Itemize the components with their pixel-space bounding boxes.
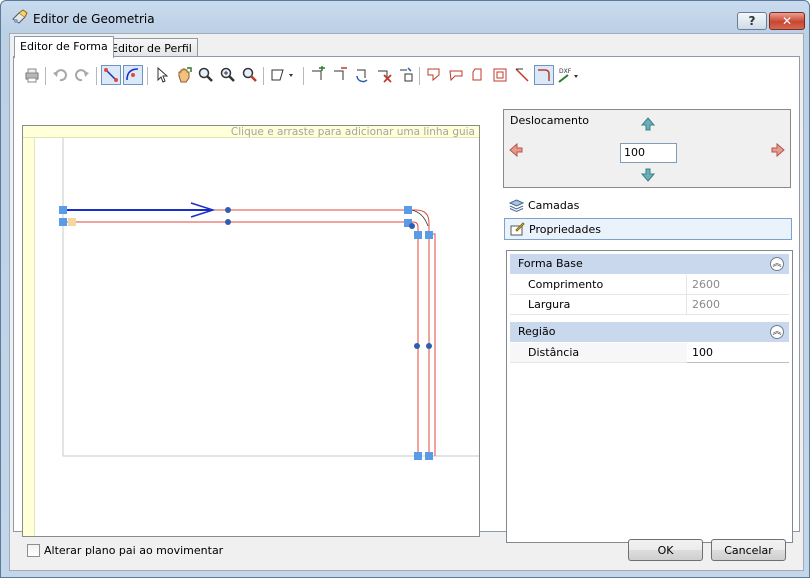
- toolbar-separator: [303, 67, 304, 85]
- zoom-in-icon[interactable]: [218, 65, 238, 85]
- tab-shape-editor[interactable]: Editor de Forma: [14, 36, 114, 58]
- properties-icon: [510, 222, 525, 237]
- zoom-icon[interactable]: [196, 65, 216, 85]
- arrow-right-icon[interactable]: [770, 142, 786, 158]
- toolbar-separator: [96, 67, 97, 85]
- help-button[interactable]: ?: [737, 12, 767, 30]
- rotate-icon[interactable]: [352, 65, 372, 85]
- add-vertex-icon[interactable]: [308, 65, 328, 85]
- property-value[interactable]: 100: [692, 346, 713, 359]
- vertex-handle[interactable]: [59, 218, 67, 226]
- move-segment-icon[interactable]: [396, 65, 416, 85]
- corner-icon[interactable]: [468, 65, 488, 85]
- category-base-shape[interactable]: Forma Base ︽: [510, 254, 789, 274]
- diagonal-cut-icon[interactable]: [512, 65, 532, 85]
- category-title: Região: [518, 325, 556, 338]
- midpoint-node[interactable]: [225, 207, 231, 213]
- arrow-up-icon[interactable]: [640, 116, 656, 132]
- zoom-out-icon[interactable]: [240, 65, 260, 85]
- pan-hand-icon[interactable]: [174, 65, 194, 85]
- close-button[interactable]: ✕: [769, 12, 805, 30]
- arrow-left-icon[interactable]: [508, 142, 524, 158]
- snap-arc-icon[interactable]: [123, 65, 143, 85]
- collapse-icon[interactable]: ︽: [770, 257, 784, 271]
- toolbar: DXF: [16, 59, 796, 89]
- redo-icon[interactable]: [72, 65, 92, 85]
- midpoint-node[interactable]: [409, 223, 415, 229]
- arc-corner-icon[interactable]: [534, 65, 554, 85]
- property-value: 2600: [692, 278, 720, 291]
- category-title: Forma Base: [518, 257, 583, 270]
- remove-vertex-icon[interactable]: [330, 65, 350, 85]
- vertex-handle[interactable]: [404, 206, 412, 214]
- shape-dropdown-icon[interactable]: [268, 65, 298, 85]
- midpoint-node[interactable]: [414, 343, 420, 349]
- dialog-client: Editor de Forma Editor de Perfil DXF Cli…: [9, 33, 804, 571]
- column-divider: [686, 275, 687, 294]
- bend-right-icon[interactable]: [446, 65, 466, 85]
- property-row-distance: Distância 100: [510, 343, 789, 363]
- window-title: Editor de Geometria: [33, 12, 155, 26]
- drawing-canvas[interactable]: Clique e arraste para adicionar uma linh…: [22, 125, 480, 537]
- vertex-handle[interactable]: [425, 231, 433, 239]
- toolbar-separator: [45, 67, 46, 85]
- vertex-handle[interactable]: [59, 206, 67, 214]
- property-name: Largura: [528, 298, 571, 311]
- move-parent-plane-checkbox[interactable]: [27, 544, 40, 557]
- property-value: 2600: [692, 298, 720, 311]
- properties-button[interactable]: Propriedades: [504, 218, 792, 240]
- geometry-editor-icon: [11, 9, 29, 25]
- property-name: Comprimento: [528, 278, 604, 291]
- properties-label: Propriedades: [529, 223, 601, 236]
- print-icon[interactable]: [22, 65, 42, 85]
- layers-icon: [508, 198, 525, 213]
- origin-marker: [68, 218, 76, 226]
- collapse-icon[interactable]: ︽: [770, 325, 784, 339]
- category-region[interactable]: Região ︽: [510, 322, 789, 342]
- displacement-panel: Deslocamento 100: [503, 109, 791, 188]
- snap-line-icon[interactable]: [101, 65, 121, 85]
- displacement-label: Deslocamento: [510, 114, 590, 127]
- midpoint-node[interactable]: [225, 219, 231, 225]
- layers-label: Camadas: [528, 199, 580, 212]
- vertex-handle[interactable]: [414, 231, 422, 239]
- property-grid: Forma Base ︽ Comprimento 2600 Largura 26…: [506, 250, 793, 543]
- vertex-handle[interactable]: [414, 452, 422, 460]
- bend-left-icon[interactable]: [424, 65, 444, 85]
- tab-profile-editor[interactable]: Editor de Perfil: [105, 38, 198, 57]
- undo-icon[interactable]: [50, 65, 70, 85]
- ok-button[interactable]: OK: [628, 539, 703, 561]
- property-row-width: Largura 2600: [510, 295, 789, 315]
- toolbar-separator: [147, 67, 148, 85]
- shape-editor-page: DXF Clique e arraste para adicionar uma …: [13, 56, 800, 543]
- property-name: Distância: [528, 346, 580, 359]
- move-parent-plane-label[interactable]: Alterar plano pai ao movimentar: [44, 544, 223, 557]
- svg-text:DXF: DXF: [559, 68, 572, 75]
- editor-window: Editor de Geometria ? ✕ Editor de Forma …: [0, 0, 810, 578]
- select-arrow-icon[interactable]: [152, 65, 172, 85]
- cancel-button[interactable]: Cancelar: [711, 539, 786, 561]
- vertex-handle[interactable]: [425, 452, 433, 460]
- title-bar: Editor de Geometria ? ✕: [1, 1, 809, 31]
- shape-drawing[interactable]: [23, 126, 480, 537]
- arrow-down-icon[interactable]: [640, 167, 656, 183]
- layers-button[interactable]: Camadas: [504, 195, 792, 217]
- column-divider: [686, 295, 687, 314]
- property-row-length: Comprimento 2600: [510, 275, 789, 295]
- delete-segment-icon[interactable]: [374, 65, 394, 85]
- frame-icon[interactable]: [490, 65, 510, 85]
- toolbar-separator: [263, 67, 264, 85]
- displacement-input[interactable]: 100: [620, 143, 677, 163]
- dxf-export-icon[interactable]: DXF: [556, 65, 582, 85]
- midpoint-node[interactable]: [426, 343, 432, 349]
- toolbar-separator: [419, 67, 420, 85]
